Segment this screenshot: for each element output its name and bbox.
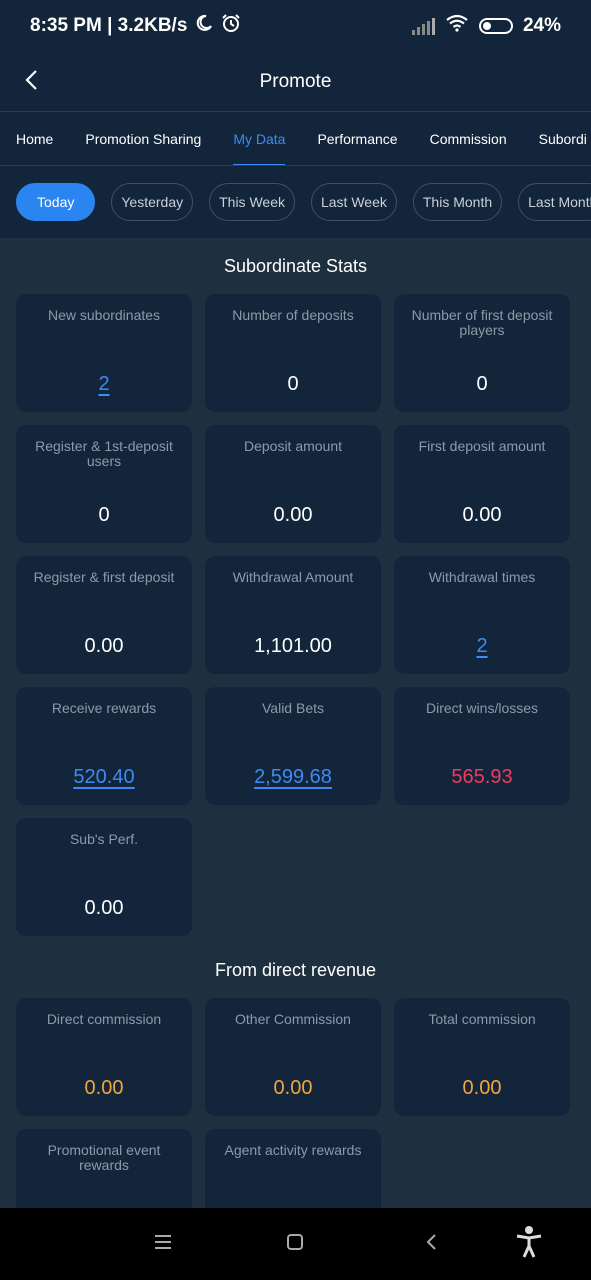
stat-value-link[interactable]: 2 — [394, 635, 570, 658]
accessibility-button[interactable] — [511, 1225, 547, 1264]
stat-label: Valid Bets — [262, 700, 324, 716]
system-nav-bar — [0, 1208, 591, 1280]
filter-this-month[interactable]: This Month — [412, 183, 503, 221]
stat-label: Sub's Perf. — [69, 831, 139, 847]
wifi-icon — [445, 14, 469, 38]
stat-label: Agent activity rewards — [224, 1142, 362, 1158]
stat-value: 0.00 — [84, 1077, 124, 1099]
moon-icon — [195, 14, 213, 38]
revenue-card-other-commission: Other Commission 0.00 — [205, 998, 381, 1116]
revenue-card-direct-commission: Direct commission 0.00 — [16, 998, 192, 1116]
stat-label: Promotional event rewards — [47, 1142, 161, 1173]
stat-card-first-deposit-players: Number of first deposit players 0 — [394, 294, 570, 412]
date-filter-bar: Today Yesterday This Week Last Week This… — [0, 166, 591, 238]
back-button[interactable] — [14, 64, 50, 100]
stat-value-link[interactable]: 520.40 — [16, 766, 192, 789]
stat-label: Receive rewards — [51, 700, 157, 716]
stat-card-withdrawal-times: Withdrawal times 2 — [394, 556, 570, 674]
direct-revenue-grid: Direct commission 0.00 Other Commission … — [0, 998, 591, 1208]
revenue-card-promotional-event-rewards: Promotional event rewards — [16, 1129, 192, 1208]
stat-card-register-first-deposit-users: Register & 1st-deposit users 0 — [16, 425, 192, 543]
stat-label: Deposit amount — [243, 438, 343, 454]
stat-value: 565.93 — [451, 766, 513, 788]
stat-card-first-deposit-amount: First deposit amount 0.00 — [394, 425, 570, 543]
stat-value: 0.00 — [273, 504, 313, 526]
stat-card-withdrawal-amount: Withdrawal Amount 1,101.00 — [205, 556, 381, 674]
stat-value: 0.00 — [462, 504, 502, 526]
filter-this-week[interactable]: This Week — [209, 183, 295, 221]
stat-label: Withdrawal times — [428, 569, 536, 585]
status-time-speed: 8:35 PM | 3.2KB/s — [30, 15, 188, 36]
tab-subordinates[interactable]: Subordi — [523, 112, 591, 165]
battery-icon — [478, 18, 513, 34]
alarm-icon — [221, 13, 241, 39]
stat-value: 0 — [287, 373, 299, 395]
stat-value: 0.00 — [84, 897, 124, 919]
app-header: Promote — [0, 52, 591, 112]
stat-value: 0.00 — [84, 635, 124, 657]
page-title: Promote — [259, 70, 332, 92]
filter-today[interactable]: Today — [16, 183, 96, 221]
stat-label: Direct commission — [46, 1011, 162, 1027]
section-title-direct-revenue: From direct revenue — [214, 960, 377, 980]
stat-value-link[interactable]: 2,599.68 — [205, 766, 381, 789]
tab-promotion-sharing[interactable]: Promotion Sharing — [69, 112, 217, 165]
main-content[interactable]: Subordinate Stats New subordinates 2 Num… — [0, 238, 591, 1208]
tab-bar: Home Promotion Sharing My Data Performan… — [0, 112, 591, 166]
section-title-subordinate-stats: Subordinate Stats — [223, 256, 368, 276]
revenue-card-total-commission: Total commission 0.00 — [394, 998, 570, 1116]
stat-label: First deposit amount — [418, 438, 546, 454]
stat-label: Other Commission — [235, 1011, 351, 1027]
back-triangle-icon — [424, 1233, 438, 1256]
system-back-button[interactable] — [413, 1226, 449, 1262]
stat-value: 0.00 — [273, 1077, 313, 1099]
stat-label: Number of first deposit players — [411, 307, 553, 338]
stat-label: Direct wins/losses — [425, 700, 539, 716]
stat-card-subs-perf: Sub's Perf. 0.00 — [16, 818, 192, 936]
stat-card-register-first-deposit: Register & first deposit 0.00 — [16, 556, 192, 674]
stat-label: Number of deposits — [232, 307, 354, 323]
stat-label: Register & first deposit — [33, 569, 175, 585]
stat-value: 0 — [98, 504, 110, 526]
stat-value: 1,101.00 — [254, 635, 332, 657]
menu-button[interactable] — [145, 1226, 181, 1262]
menu-icon — [154, 1234, 172, 1255]
battery-percent: 24% — [522, 15, 561, 36]
tab-performance[interactable]: Performance — [301, 112, 413, 165]
tab-commission[interactable]: Commission — [414, 112, 523, 165]
stat-label: Total commission — [428, 1011, 536, 1027]
stat-value-link[interactable]: 2 — [16, 373, 192, 396]
signal-icon — [411, 17, 435, 35]
stat-card-new-subordinates: New subordinates 2 — [16, 294, 192, 412]
status-bar: 8:35 PM | 3.2KB/s 24% — [0, 0, 591, 52]
stat-label: Withdrawal Amount — [232, 569, 354, 585]
stat-value: 0 — [476, 373, 488, 395]
stat-card-number-of-deposits: Number of deposits 0 — [205, 294, 381, 412]
stat-card-deposit-amount: Deposit amount 0.00 — [205, 425, 381, 543]
home-square-icon — [286, 1233, 304, 1256]
filter-last-month[interactable]: Last Month — [518, 183, 591, 221]
stat-label: New subordinates — [47, 307, 161, 323]
home-button[interactable] — [277, 1226, 313, 1262]
stat-value: 0.00 — [462, 1077, 502, 1099]
subordinate-stats-grid: New subordinates 2 Number of deposits 0 … — [0, 294, 591, 936]
stat-card-receive-rewards: Receive rewards 520.40 — [16, 687, 192, 805]
stat-label: Register & 1st-deposit users — [35, 438, 173, 469]
stat-card-valid-bets: Valid Bets 2,599.68 — [205, 687, 381, 805]
revenue-card-agent-activity-rewards: Agent activity rewards — [205, 1129, 381, 1208]
filter-yesterday[interactable]: Yesterday — [111, 183, 194, 221]
chevron-left-icon — [24, 68, 40, 97]
stat-card-direct-wins-losses: Direct wins/losses 565.93 — [394, 687, 570, 805]
tab-home[interactable]: Home — [0, 112, 69, 165]
filter-last-week[interactable]: Last Week — [310, 183, 397, 221]
tab-my-data[interactable]: My Data — [217, 112, 301, 165]
accessibility-icon — [514, 1225, 544, 1264]
